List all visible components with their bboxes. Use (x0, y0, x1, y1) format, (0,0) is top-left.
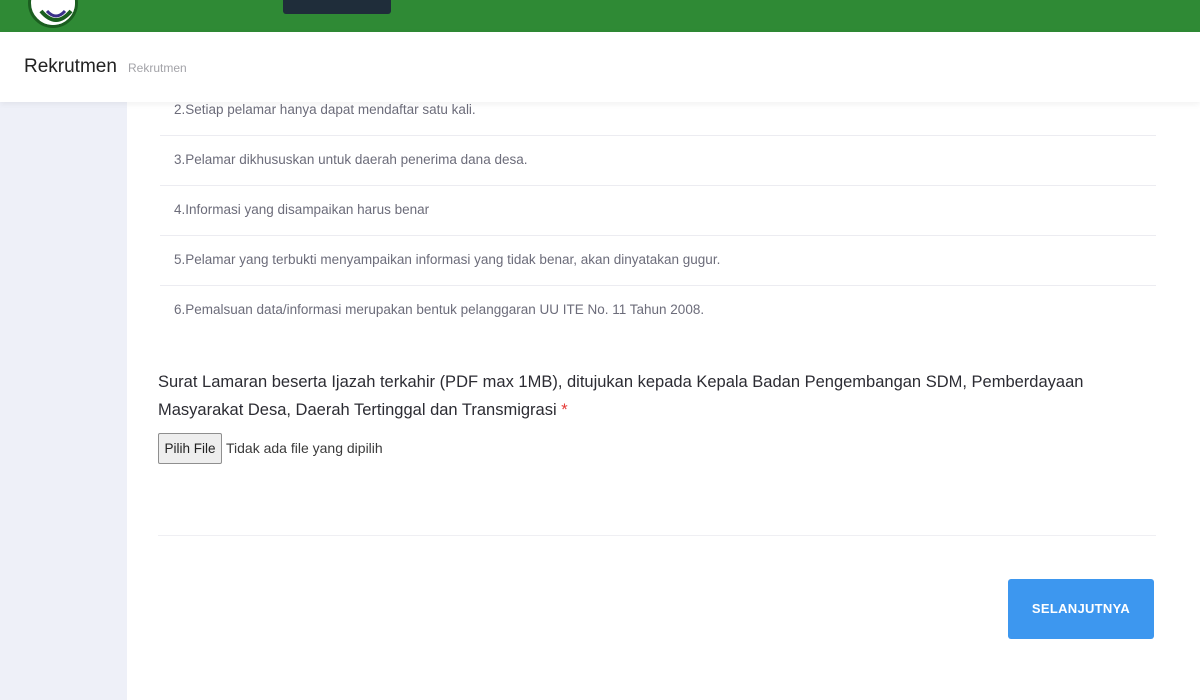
divider (158, 535, 1156, 536)
page-header: Rekrutmen Rekrutmen (0, 32, 1200, 102)
next-button[interactable]: SELANJUTNYA (1008, 579, 1154, 639)
required-mark: * (561, 401, 568, 419)
rule-text: 5.Pelamar yang terbukti menyampaikan inf… (174, 252, 721, 267)
logo-icon[interactable] (28, 0, 78, 28)
upload-label-text: Surat Lamaran beserta Ijazah terkahir (P… (158, 373, 1084, 419)
file-status-text: Tidak ada file yang dipilih (226, 440, 383, 456)
list-item: 4.Informasi yang disampaikan harus benar (160, 186, 1156, 236)
rule-text: 6.Pemalsuan data/informasi merupakan ben… (174, 302, 705, 317)
rule-text: 4.Informasi yang disampaikan harus benar (174, 202, 430, 217)
rules-list: 2.Setiap pelamar hanya dapat mendaftar s… (160, 86, 1156, 336)
rule-text: 3.Pelamar dikhususkan untuk daerah pener… (174, 152, 528, 167)
list-item: 6.Pemalsuan data/informasi merupakan ben… (160, 286, 1156, 336)
upload-field-label: Surat Lamaran beserta Ijazah terkahir (P… (158, 368, 1138, 424)
list-item: 5.Pelamar yang terbukti menyampaikan inf… (160, 236, 1156, 286)
top-nav-tab[interactable] (283, 0, 391, 14)
breadcrumb[interactable]: Rekrutmen (128, 61, 187, 75)
rule-text: 2.Setiap pelamar hanya dapat mendaftar s… (174, 102, 476, 117)
choose-file-button[interactable]: Pilih File (158, 433, 222, 464)
list-item: 3.Pelamar dikhususkan untuk daerah pener… (160, 136, 1156, 186)
top-navbar (0, 0, 1200, 32)
page-title: Rekrutmen (24, 56, 117, 77)
